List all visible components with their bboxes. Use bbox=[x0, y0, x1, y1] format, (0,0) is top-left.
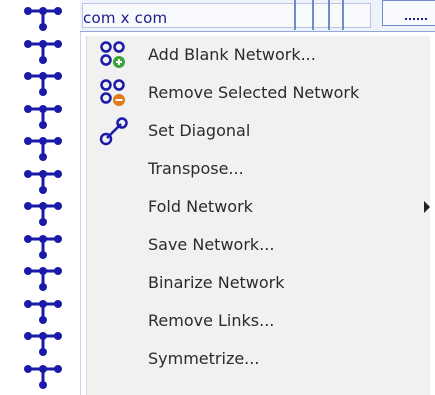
menu-item-label: Remove Selected Network bbox=[148, 83, 360, 102]
menu-item-label: Binarize Network bbox=[148, 273, 285, 292]
column-divider bbox=[312, 0, 314, 30]
network-tree-icon[interactable] bbox=[23, 232, 63, 260]
menu-item-set-diagonal[interactable]: Set Diagonal bbox=[87, 112, 430, 150]
network-list-strip bbox=[0, 0, 81, 395]
menu-item-label: Set Diagonal bbox=[148, 121, 251, 140]
menu-item-binarize-network[interactable]: Binarize Network bbox=[87, 264, 430, 302]
network-tree-icon[interactable] bbox=[23, 329, 63, 357]
network-tree-icon[interactable] bbox=[23, 167, 63, 195]
menu-item-label: Transpose... bbox=[148, 159, 244, 178]
network-tree-icon[interactable] bbox=[23, 102, 63, 130]
menu-item-remove-links[interactable]: Remove Links... bbox=[87, 302, 430, 340]
network-tree-icon[interactable] bbox=[23, 297, 63, 325]
menu-item-add-blank-network[interactable]: Add Blank Network... bbox=[87, 36, 430, 74]
menu-item-transpose[interactable]: Transpose... bbox=[87, 150, 430, 188]
network-tree-icon[interactable] bbox=[23, 69, 63, 97]
menu-item-fold-network[interactable]: Fold Network bbox=[87, 188, 430, 226]
column-tab[interactable] bbox=[382, 0, 435, 26]
menu-item-label: Remove Links... bbox=[148, 311, 275, 330]
network-tree-icon[interactable] bbox=[23, 37, 63, 65]
column-header-bar: com x com bbox=[80, 0, 435, 32]
column-divider bbox=[342, 0, 344, 30]
network-tree-icon[interactable] bbox=[23, 264, 63, 292]
column-divider bbox=[328, 0, 330, 30]
column-divider bbox=[294, 0, 296, 30]
network-tree-icon[interactable] bbox=[23, 4, 63, 32]
remove-network-icon bbox=[100, 79, 125, 106]
set-diagonal-icon bbox=[99, 117, 128, 146]
network-tree-icon[interactable] bbox=[23, 362, 63, 390]
column-header-label: com x com bbox=[83, 9, 168, 27]
menu-item-label: Add Blank Network... bbox=[148, 45, 316, 64]
menu-item-label: Fold Network bbox=[148, 197, 253, 216]
context-menu: Add Blank Network... Remove Selected Net… bbox=[86, 36, 430, 395]
menu-item-label: Symmetrize... bbox=[148, 349, 260, 368]
menu-item-remove-selected-network[interactable]: Remove Selected Network bbox=[87, 74, 430, 112]
add-network-icon bbox=[100, 41, 125, 68]
menu-item-symmetrize[interactable]: Symmetrize... bbox=[87, 340, 430, 378]
submenu-arrow-icon bbox=[424, 201, 430, 213]
network-tree-icon[interactable] bbox=[23, 134, 63, 162]
menu-item-label: Save Network... bbox=[148, 235, 275, 254]
network-tree-icon[interactable] bbox=[23, 199, 63, 227]
menu-item-save-network[interactable]: Save Network... bbox=[87, 226, 430, 264]
tab-ellipsis bbox=[405, 18, 427, 22]
